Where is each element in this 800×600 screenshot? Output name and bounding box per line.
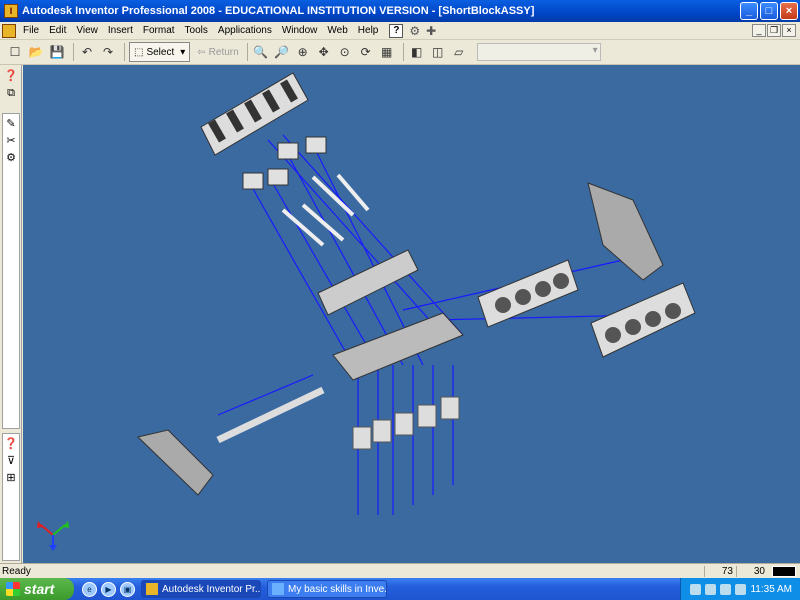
menu-window[interactable]: Window xyxy=(277,25,323,36)
return-arrow-icon: ⇦ xyxy=(197,46,206,58)
system-tray: 11:35 AM xyxy=(680,578,800,600)
crankshaft[interactable] xyxy=(216,386,325,444)
menu-tools[interactable]: Tools xyxy=(180,25,213,36)
add-icon[interactable]: ✚ xyxy=(426,24,436,38)
chevron-down-icon[interactable]: ▾ xyxy=(180,47,185,58)
task-inventor[interactable]: Autodesk Inventor Pr... xyxy=(141,580,261,598)
minimize-button[interactable]: _ xyxy=(740,2,758,20)
select-button[interactable]: ⬚ Select ▾ xyxy=(129,42,191,62)
exploded-assembly-view[interactable] xyxy=(23,65,800,563)
menu-bar: File Edit View Insert Format Tools Appli… xyxy=(0,22,800,40)
new-icon[interactable]: ☐ xyxy=(6,43,24,61)
display-mode-icon[interactable]: ◧ xyxy=(408,43,426,61)
return-button[interactable]: ⇦ Return xyxy=(193,42,242,62)
maximize-button[interactable]: □ xyxy=(760,2,778,20)
quick-launch: e ▶ ▣ xyxy=(82,581,135,597)
design-view-dropdown[interactable] xyxy=(476,43,601,61)
start-button[interactable]: start xyxy=(0,578,74,600)
camera-icon[interactable]: ◫ xyxy=(429,43,447,61)
clock[interactable]: 11:35 AM xyxy=(750,584,792,595)
pan-icon[interactable]: ✥ xyxy=(315,43,333,61)
browser-help-icon[interactable]: ❓ xyxy=(3,435,19,451)
desktop-icon[interactable]: ▣ xyxy=(120,581,135,597)
help-icon[interactable]: ❓ xyxy=(3,67,19,83)
model-browser: ❓ ⊽ ⊞ xyxy=(2,433,20,561)
menu-view[interactable]: View xyxy=(71,25,103,36)
rear-plate[interactable] xyxy=(136,429,214,496)
rotate-icon[interactable]: ⟳ xyxy=(357,43,375,61)
task-inventor-label: Autodesk Inventor Pr... xyxy=(162,583,261,595)
status-indicator xyxy=(772,565,796,577)
pattern-icon[interactable]: ⚙ xyxy=(3,149,19,165)
menu-web[interactable]: Web xyxy=(322,25,352,36)
status-bar: Ready 73 30 xyxy=(0,563,800,578)
bearing-caps[interactable] xyxy=(352,396,460,450)
tray-icon[interactable] xyxy=(690,583,702,595)
select-cursor-icon: ⬚ xyxy=(134,46,144,58)
status-count-2: 30 xyxy=(736,565,768,577)
redo-icon[interactable]: ↷ xyxy=(99,43,117,61)
save-icon[interactable]: 💾 xyxy=(48,43,66,61)
filter-icon[interactable]: ⊽ xyxy=(3,452,19,468)
browser-task-icon xyxy=(272,583,284,595)
doc-restore-button[interactable]: ❐ xyxy=(767,24,781,37)
menu-format[interactable]: Format xyxy=(138,25,180,36)
document-icon[interactable] xyxy=(2,23,16,38)
zoom-icon[interactable]: ⊕ xyxy=(294,43,312,61)
title-bar: I Autodesk Inventor Professional 2008 - … xyxy=(0,0,800,22)
browser-panel: ❓ ⧉ ✎ ✂ ⚙ ❓ ⊽ ⊞ xyxy=(0,65,22,563)
ground-shadow-icon[interactable]: ▱ xyxy=(450,43,468,61)
task-browser-label: My basic skills in Inve... xyxy=(288,583,387,595)
toolbar-divider xyxy=(124,43,125,61)
create-component-icon[interactable]: ✎ xyxy=(3,115,19,131)
tray-icon[interactable] xyxy=(705,583,717,595)
engine-block-side[interactable] xyxy=(590,282,696,358)
window-title: Autodesk Inventor Professional 2008 - ED… xyxy=(22,5,535,17)
volume-icon[interactable] xyxy=(735,583,747,595)
select-label: Select xyxy=(146,46,175,58)
toolbar-divider xyxy=(73,43,74,61)
undo-icon[interactable]: ↶ xyxy=(78,43,96,61)
assembly-node-icon[interactable]: ⊞ xyxy=(3,469,19,485)
zoom-selected-icon[interactable]: ⊙ xyxy=(336,43,354,61)
cylinder-head-left[interactable] xyxy=(317,249,419,316)
constraint-icon[interactable]: ✂ xyxy=(3,132,19,148)
help-button[interactable]: ? xyxy=(389,23,404,38)
toolbar-divider xyxy=(402,43,404,61)
open-icon[interactable]: 📂 xyxy=(27,43,45,61)
connecting-rods[interactable] xyxy=(281,173,370,247)
standard-toolbar: ☐ 📂 💾 ↶ ↷ ⬚ Select ▾ ⇦ Return 🔍 🔎 ⊕ ✥ ⊙ … xyxy=(0,40,800,65)
browser-icon[interactable]: e xyxy=(82,581,97,597)
doc-close-button[interactable]: × xyxy=(782,24,796,37)
task-browser[interactable]: My basic skills in Inve... xyxy=(267,580,387,598)
media-icon[interactable]: ▶ xyxy=(101,581,116,597)
taskbar: start e ▶ ▣ Autodesk Inventor Pr... My b… xyxy=(0,578,800,600)
inventor-task-icon xyxy=(146,583,158,595)
engine-block[interactable] xyxy=(332,312,464,381)
toolbar-divider xyxy=(246,43,248,61)
zoom-all-icon[interactable]: 🔍 xyxy=(252,43,270,61)
zoom-window-icon[interactable]: 🔎 xyxy=(273,43,291,61)
menu-applications[interactable]: Applications xyxy=(213,25,277,36)
doc-minimize-button[interactable]: _ xyxy=(752,24,766,37)
graphics-viewport[interactable] xyxy=(23,65,800,563)
start-label: start xyxy=(24,581,55,597)
return-label: Return xyxy=(208,46,239,58)
bom-icon[interactable]: ⚙ xyxy=(409,24,420,38)
axis-triad xyxy=(37,521,69,551)
menu-file[interactable]: File xyxy=(18,25,44,36)
menu-edit[interactable]: Edit xyxy=(44,25,71,36)
panel-bar: ✎ ✂ ⚙ xyxy=(2,113,20,429)
tray-icon[interactable] xyxy=(720,583,732,595)
place-component-icon[interactable]: ⧉ xyxy=(3,85,19,101)
inventor-app-icon[interactable]: I xyxy=(4,4,18,18)
windows-flag-icon xyxy=(6,582,20,596)
menu-insert[interactable]: Insert xyxy=(103,25,138,36)
menu-help[interactable]: Help xyxy=(353,25,384,36)
close-button[interactable]: × xyxy=(780,2,798,20)
pistons[interactable] xyxy=(242,136,327,190)
status-text: Ready xyxy=(2,565,31,577)
status-count-1: 73 xyxy=(704,565,736,577)
look-at-icon[interactable]: ▦ xyxy=(378,43,396,61)
